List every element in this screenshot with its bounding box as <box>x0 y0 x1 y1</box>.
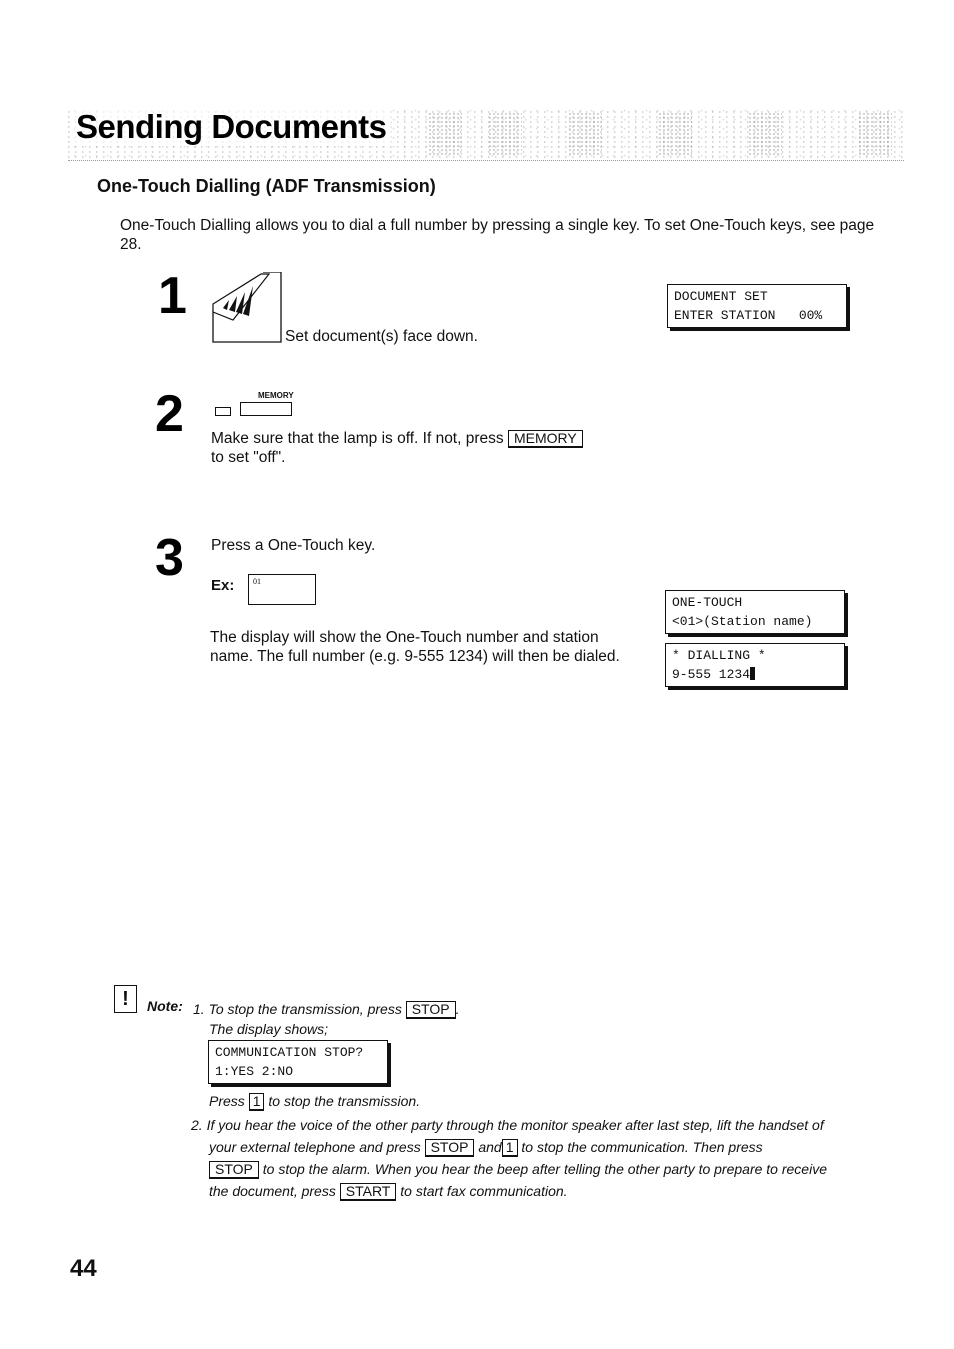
one-touch-key-number: 01 <box>253 577 261 586</box>
halftone-decoration <box>748 112 782 156</box>
halftone-decoration <box>858 112 892 156</box>
halftone-decoration <box>488 112 522 156</box>
stop-key: STOP <box>424 1139 475 1157</box>
section-title: Sending Documents <box>74 108 391 146</box>
lcd-line: DOCUMENT SET <box>674 289 768 304</box>
note-item-1: 1. To stop the transmission, press STOP. <box>193 998 459 1020</box>
step-3-description: The display will show the One-Touch numb… <box>210 629 620 665</box>
lcd-cursor-icon <box>750 667 756 680</box>
one-touch-key-icon: 01 <box>248 574 316 605</box>
halftone-decoration <box>658 112 692 156</box>
note-text: If you hear the voice of the other party… <box>206 1117 824 1133</box>
note-exclamation-icon: ! <box>114 985 137 1013</box>
lcd-line: 1:YES 2:NO <box>215 1064 294 1079</box>
step-number: 1 <box>158 267 187 325</box>
note-item-number: 2. <box>191 1117 203 1133</box>
note-item-2: 2. If you hear the voice of the other pa… <box>191 1114 871 1202</box>
lcd-line: * DIALLING * <box>672 648 766 663</box>
document-feed-icon <box>211 271 283 344</box>
lcd-display-one-touch: ONE-TOUCH <01>(Station name) <box>665 590 845 634</box>
memory-key-icon <box>240 402 292 416</box>
lcd-line: ENTER STATION 00% <box>674 308 823 323</box>
halftone-decoration <box>428 112 462 156</box>
memory-panel-label: MEMORY <box>258 391 294 400</box>
note-text: and <box>478 1139 502 1155</box>
intro-paragraph: One-Touch Dialling allows you to dial a … <box>120 217 875 253</box>
lcd-display-communication-stop: COMMUNICATION STOP? 1:YES 2:NO <box>208 1040 388 1084</box>
note-text: Press <box>209 1093 245 1109</box>
note-text: to stop the communication. Then press <box>521 1139 763 1155</box>
note-text: . <box>455 1001 460 1017</box>
step-3-text: Press a One-Touch key. <box>211 537 376 554</box>
note-text: the document, press <box>209 1183 336 1199</box>
note-item-1-line3: Press 1 to stop the transmission. <box>209 1090 420 1112</box>
lcd-line: COMMUNICATION STOP? <box>215 1045 364 1060</box>
lcd-display-document-set: DOCUMENT SET ENTER STATION 00% <box>667 284 847 328</box>
example-label: Ex: <box>211 577 235 594</box>
step-2-text-before: Make sure that the lamp is off. If not, … <box>211 430 504 447</box>
note-text: your external telephone and press <box>209 1139 421 1155</box>
key-1: 1 <box>248 1093 265 1111</box>
page-number: 44 <box>70 1255 97 1282</box>
note-text: to start fax communication. <box>400 1183 568 1199</box>
step-number: 2 <box>155 385 184 443</box>
step-2-text: Make sure that the lamp is off. If not, … <box>211 429 631 467</box>
lcd-display-dialling: * DIALLING * 9-555 1234 <box>665 643 845 687</box>
lcd-line: ONE-TOUCH <box>672 595 743 610</box>
halftone-decoration <box>568 112 602 156</box>
start-key: START <box>339 1183 397 1201</box>
lcd-line: 9-555 1234 <box>672 667 751 682</box>
note-text: The display shows; <box>209 1021 329 1037</box>
step-1-text: Set document(s) face down. <box>285 328 478 345</box>
stop-key: STOP <box>209 1161 259 1179</box>
step-number: 3 <box>155 529 184 587</box>
memory-key: MEMORY <box>507 430 583 448</box>
lcd-line: <01>(Station name) <box>672 614 813 629</box>
stop-key: STOP <box>405 1001 456 1019</box>
note-text: to stop the transmission. <box>268 1093 421 1109</box>
note-text: To stop the transmission, press <box>208 1001 402 1017</box>
memory-lamp-icon <box>215 407 231 416</box>
step-2-text-after: to set "off". <box>211 449 286 466</box>
note-item-number: 1. <box>193 1001 205 1017</box>
subsection-title: One-Touch Dialling (ADF Transmission) <box>97 176 436 196</box>
note-label: Note: <box>147 998 183 1014</box>
key-1: 1 <box>501 1139 518 1157</box>
note-text: to stop the alarm. When you hear the bee… <box>262 1161 827 1177</box>
